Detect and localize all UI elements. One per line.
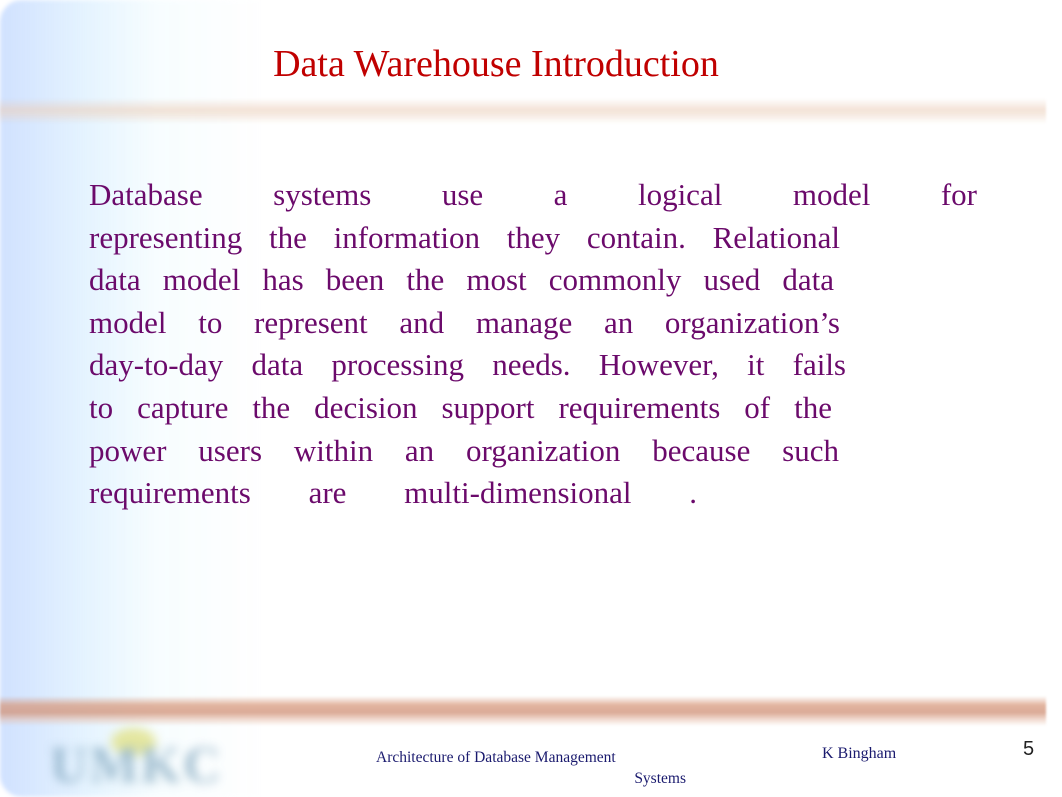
slide-title: Data Warehouse Introduction	[273, 43, 719, 85]
body-line: model to represent and manage an organiz…	[89, 304, 840, 340]
footer-course-line-1: Architecture of Database Management	[376, 749, 616, 766]
body-line: representing the information they contai…	[89, 219, 840, 255]
footer-course-title: Architecture of Database Management Syst…	[376, 747, 686, 789]
slide: UMKC Data Warehouse Introduction Databas…	[0, 0, 1062, 797]
body-line: power users within an organization becau…	[89, 432, 839, 468]
slide-body: Database systems use a logical model for…	[89, 174, 977, 515]
body-line: day-to-day data processing needs. Howeve…	[89, 347, 846, 383]
bottom-divider-band	[0, 696, 1046, 726]
university-logo: UMKC	[46, 728, 226, 794]
body-line: to capture the decision support requirem…	[89, 389, 832, 425]
body-line: data model has been the most commonly us…	[89, 262, 834, 298]
top-divider-band	[0, 98, 1046, 124]
footer-author: K Bingham	[822, 745, 897, 762]
body-line: requirements are multi-dimensional .	[89, 475, 697, 511]
footer-course-line-2: Systems	[634, 770, 686, 787]
body-line: Database systems use a logical model for	[89, 177, 977, 212]
logo-text: UMKC	[50, 737, 223, 794]
page-number: 5	[1023, 738, 1035, 760]
